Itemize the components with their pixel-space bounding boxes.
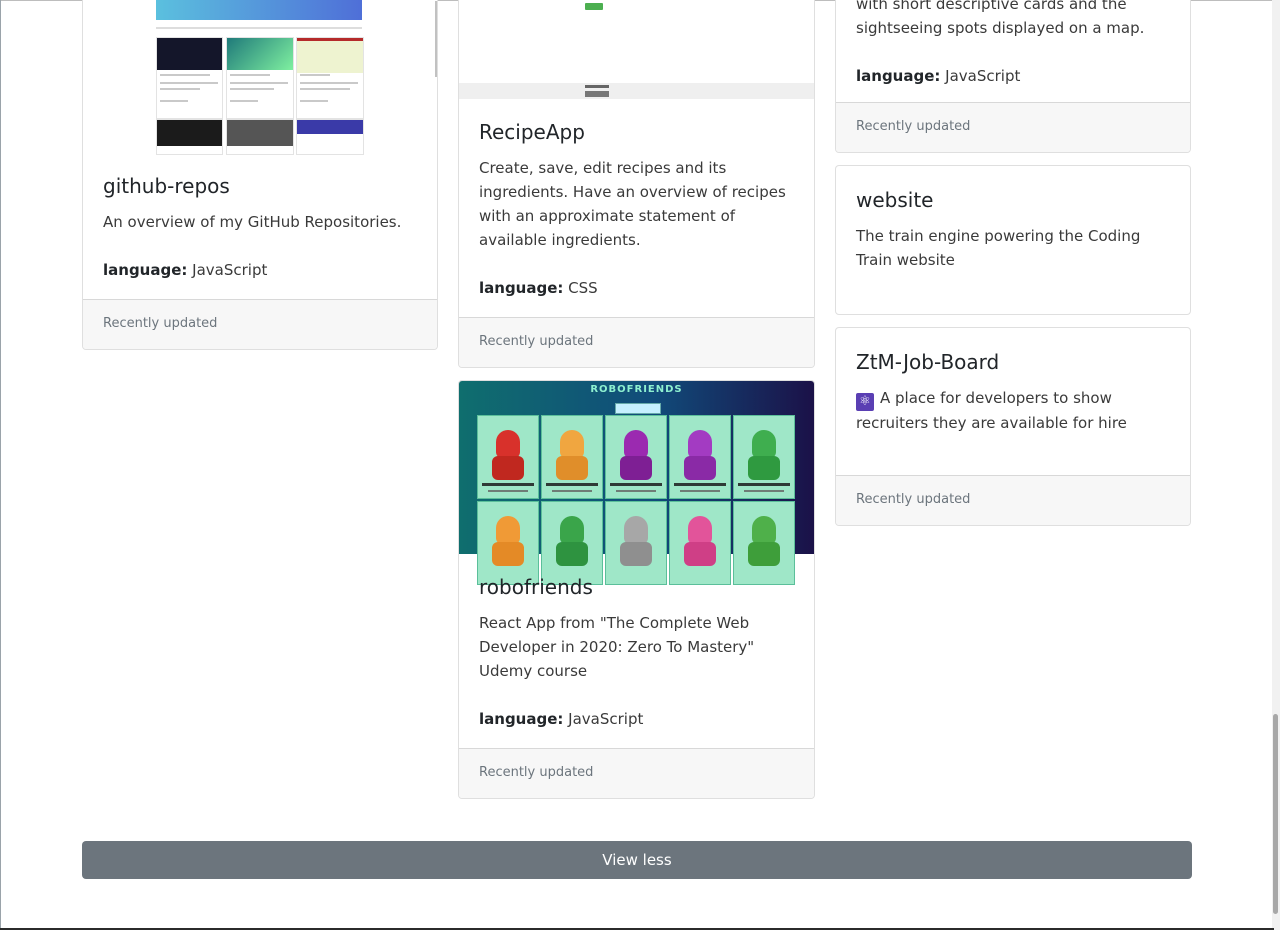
card-description: React App from "The Complete Web Develop… <box>479 614 755 680</box>
github-repos-preview-image <box>83 0 437 155</box>
project-card-website: website The train engine powering the Co… <box>835 165 1191 315</box>
language-value: JavaScript <box>945 67 1021 85</box>
updated-status: Recently updated <box>479 334 594 349</box>
card-footer: Recently updated <box>836 475 1190 525</box>
card-description-text: A place for developers to show recruiter… <box>856 389 1127 432</box>
updated-status: Recently updated <box>479 765 594 780</box>
updated-status: Recently updated <box>103 316 218 331</box>
react-icon: ⚛ <box>856 393 874 411</box>
view-less-button[interactable]: View less <box>82 841 1192 879</box>
language-label: language: <box>103 261 188 279</box>
card-description: Create, save, edit recipes and its ingre… <box>479 159 786 249</box>
project-card-ztm-job-board: ZtM-Job-Board ⚛ A place for developers to… <box>835 327 1191 526</box>
card-language: language: JavaScript <box>856 64 1174 88</box>
updated-status: Recently updated <box>856 492 971 507</box>
card-title: github-repos <box>103 174 230 198</box>
project-card-robofriends: ROBOFRIENDS robofriends React App from "… <box>458 380 815 799</box>
window-left-border <box>0 0 1 930</box>
page-scrollbar[interactable] <box>1272 0 1280 930</box>
card-title: ZtM-Job-Board <box>856 350 1000 374</box>
project-card-sightseeing: with short descriptive cards and the sig… <box>835 0 1191 153</box>
card-language: language: JavaScript <box>479 707 798 731</box>
card-description: with short descriptive cards and the sig… <box>856 0 1145 37</box>
language-value: JavaScript <box>568 710 644 728</box>
recipeapp-preview-image <box>459 0 814 99</box>
card-language: language: CSS <box>479 276 798 300</box>
card-title: robofriends <box>479 575 593 599</box>
card-footer: Recently updated <box>459 748 814 798</box>
language-label: language: <box>479 279 564 297</box>
card-language: language: JavaScript <box>103 258 421 282</box>
project-card-github-repos: github-repos An overview of my GitHub Re… <box>82 0 438 350</box>
language-label: language: <box>479 710 564 728</box>
card-description: The train engine powering the Coding Tra… <box>856 227 1141 269</box>
card-description: An overview of my GitHub Repositories. <box>103 213 402 231</box>
card-title: website <box>856 188 934 212</box>
robofriends-preview-heading: ROBOFRIENDS <box>590 384 683 395</box>
updated-status: Recently updated <box>856 119 971 134</box>
card-footer: Recently updated <box>83 299 437 349</box>
language-label: language: <box>856 67 941 85</box>
card-description: ⚛ A place for developers to show recruite… <box>856 386 1174 435</box>
robofriends-preview-image: ROBOFRIENDS <box>459 381 814 585</box>
card-footer: Recently updated <box>836 102 1190 152</box>
card-footer: Recently updated <box>459 317 814 367</box>
card-title: RecipeApp <box>479 120 585 144</box>
project-card-recipeapp: RecipeApp Create, save, edit recipes and… <box>458 0 815 368</box>
scrollbar-thumb[interactable] <box>1273 714 1278 914</box>
language-value: JavaScript <box>192 261 268 279</box>
language-value: CSS <box>568 279 598 297</box>
